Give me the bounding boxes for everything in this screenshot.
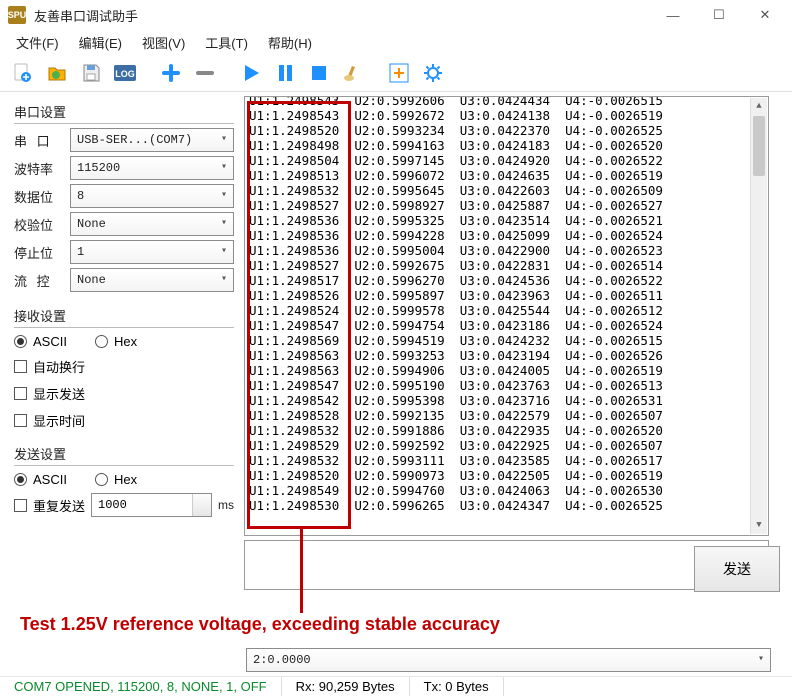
repeat-send-checkbox[interactable]: 重复发送 (14, 496, 85, 515)
send-settings-title: 发送设置 (14, 440, 234, 466)
annotation-text: Test 1.25V reference voltage, exceeding … (20, 614, 500, 635)
status-connection: COM7 OPENED, 115200, 8, NONE, 1, OFF (0, 677, 282, 696)
port-label: 串 口 (14, 131, 64, 150)
auto-wrap-checkbox[interactable]: 自动换行 (14, 357, 234, 376)
interval-spinner[interactable]: 1000▲▼ (91, 493, 212, 517)
terminal-scrollbar[interactable]: ▲ ▼ (750, 98, 767, 534)
show-time-checkbox[interactable]: 显示时间 (14, 411, 234, 430)
menu-help[interactable]: 帮助(H) (258, 31, 322, 54)
stopbits-label: 停止位 (14, 243, 64, 262)
databits-select[interactable]: 8 (70, 184, 234, 208)
toolbar-minus-icon[interactable] (190, 58, 220, 88)
port-select[interactable]: USB-SER...(COM7) (70, 128, 234, 152)
toolbar-plus-icon[interactable] (156, 58, 186, 88)
window-controls: — ☐ ✕ (650, 0, 788, 30)
toolbar-log-icon[interactable]: LOG (110, 58, 140, 88)
toolbar-open-icon[interactable] (42, 58, 72, 88)
toolbar-save-icon[interactable] (76, 58, 106, 88)
status-rx: Rx: 90,259 Bytes (282, 677, 410, 696)
bottom-combo[interactable]: 2:0.0000 (246, 648, 771, 672)
toolbar-clear-icon[interactable] (338, 58, 368, 88)
show-send-checkbox[interactable]: 显示发送 (14, 384, 234, 403)
main-area: 串口设置 串 口 USB-SER...(COM7) 波特率 115200 数据位… (0, 92, 792, 652)
send-textarea[interactable] (244, 540, 769, 590)
auto-wrap-label: 自动换行 (33, 357, 85, 376)
flow-label: 流 控 (14, 271, 64, 290)
maximize-button[interactable]: ☐ (696, 0, 742, 30)
scroll-down-icon[interactable]: ▼ (751, 517, 767, 534)
interval-unit: ms (218, 498, 234, 512)
recv-hex-label: Hex (114, 334, 137, 349)
send-ascii-radio[interactable]: ASCII (14, 472, 67, 487)
window-title: 友善串口调试助手 (34, 6, 138, 25)
recv-hex-radio[interactable]: Hex (95, 334, 137, 349)
toolbar-play-icon[interactable] (236, 58, 266, 88)
serial-settings-title: 串口设置 (14, 98, 234, 124)
parity-select[interactable]: None (70, 212, 234, 236)
toolbar-new-icon[interactable] (8, 58, 38, 88)
menubar: 文件(F) 编辑(E) 视图(V) 工具(T) 帮助(H) (0, 30, 792, 54)
send-button[interactable]: 发送 (694, 546, 780, 592)
send-hex-radio[interactable]: Hex (95, 472, 137, 487)
app-icon: SPU (8, 6, 26, 24)
show-time-label: 显示时间 (33, 411, 85, 430)
side-panel: 串口设置 串 口 USB-SER...(COM7) 波特率 115200 数据位… (0, 92, 244, 652)
svg-text:LOG: LOG (115, 69, 135, 79)
toolbar-pause-icon[interactable] (270, 58, 300, 88)
recv-ascii-label: ASCII (33, 334, 67, 349)
recv-ascii-radio[interactable]: ASCII (14, 334, 67, 349)
status-tx: Tx: 0 Bytes (410, 677, 504, 696)
baud-label: 波特率 (14, 159, 64, 178)
menu-tool[interactable]: 工具(T) (195, 31, 258, 54)
titlebar: SPU 友善串口调试助手 — ☐ ✕ (0, 0, 792, 30)
toolbar-addwin-icon[interactable] (384, 58, 414, 88)
toolbar-gear-icon[interactable] (418, 58, 448, 88)
databits-label: 数据位 (14, 187, 64, 206)
recv-settings-title: 接收设置 (14, 302, 234, 328)
send-hex-label: Hex (114, 472, 137, 487)
scroll-up-icon[interactable]: ▲ (751, 98, 767, 115)
close-button[interactable]: ✕ (742, 0, 788, 30)
stopbits-select[interactable]: 1 (70, 240, 234, 264)
parity-label: 校验位 (14, 215, 64, 234)
show-send-label: 显示发送 (33, 384, 85, 403)
statusbar: COM7 OPENED, 115200, 8, NONE, 1, OFF Rx:… (0, 676, 792, 696)
menu-file[interactable]: 文件(F) (6, 31, 69, 54)
menu-view[interactable]: 视图(V) (132, 31, 195, 54)
menu-edit[interactable]: 编辑(E) (69, 31, 132, 54)
terminal-wrap: U1:1.2498543 U2:0.5992606 U3:0.0424434 U… (244, 92, 792, 652)
repeat-send-label: 重复发送 (33, 496, 85, 515)
minimize-button[interactable]: — (650, 0, 696, 30)
flow-select[interactable]: None (70, 268, 234, 292)
send-ascii-label: ASCII (33, 472, 67, 487)
baud-select[interactable]: 115200 (70, 156, 234, 180)
toolbar-stop-icon[interactable] (304, 58, 334, 88)
terminal-output[interactable]: U1:1.2498543 U2:0.5992606 U3:0.0424434 U… (244, 96, 769, 536)
scroll-thumb[interactable] (753, 116, 765, 176)
toolbar: LOG (0, 54, 792, 92)
